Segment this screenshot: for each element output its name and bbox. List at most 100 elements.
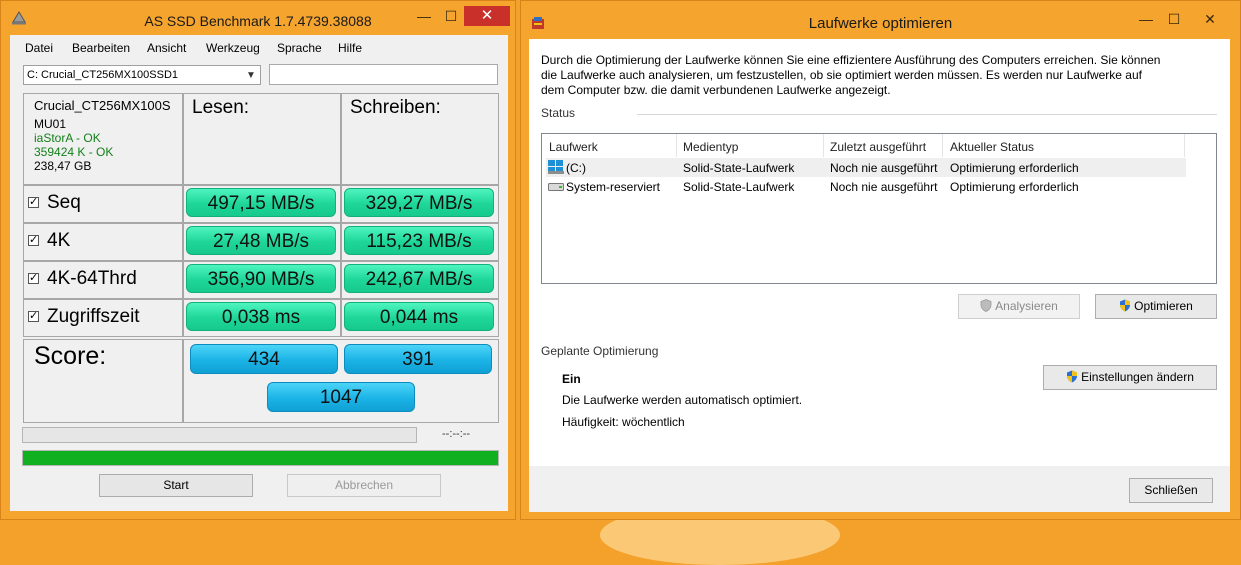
title-bar[interactable]: AS SSD Benchmark 1.7.4739.38088 — ☐ ✕: [1, 1, 515, 35]
client-area: Durch die Optimierung der Laufwerke könn…: [529, 39, 1230, 466]
description-text: Durch die Optimierung der Laufwerke könn…: [541, 53, 1161, 97]
cancel-button[interactable]: Abbrechen: [287, 474, 441, 497]
seq-label-text: Seq: [47, 192, 81, 213]
menu-datei[interactable]: Datei: [25, 41, 53, 55]
4k-64thrd-write-value: 242,67 MB/s: [344, 264, 494, 293]
4k-write-value: 115,23 MB/s: [344, 226, 494, 255]
minimize-button[interactable]: —: [411, 6, 437, 26]
footer: Schließen: [529, 466, 1230, 512]
drive-last-run: Noch nie ausgeführt: [830, 180, 938, 194]
drive-name: (C:): [566, 161, 586, 175]
seq-read-value: 497,15 MB/s: [186, 188, 336, 217]
list-item-c[interactable]: (C:) Solid-State-Laufwerk Noch nie ausge…: [546, 158, 1186, 177]
change-settings-button[interactable]: Einstellungen ändern: [1043, 365, 1217, 390]
alignment-status: 359424 K - OK: [34, 145, 114, 159]
column-separator: [676, 134, 677, 157]
schedule-state: Ein: [562, 372, 581, 386]
shield-icon: [1067, 370, 1078, 383]
drive-firmware: MU01: [34, 117, 67, 131]
optimize-drives-window: Laufwerke optimieren — ☐ ✕ Durch die Opt…: [520, 0, 1241, 520]
checkbox-icon[interactable]: [28, 309, 39, 323]
menu-hilfe[interactable]: Hilfe: [338, 41, 362, 55]
menu-bearbeiten[interactable]: Bearbeiten: [72, 41, 130, 55]
score-total: 1047: [267, 382, 415, 412]
title-bar[interactable]: Laufwerke optimieren — ☐ ✕: [521, 1, 1240, 39]
write-header-cell: Schreiben:: [341, 93, 499, 185]
4k-label[interactable]: 4K: [28, 230, 70, 252]
col-header-drive[interactable]: Laufwerk: [549, 140, 598, 154]
seq-label[interactable]: Seq: [28, 192, 81, 214]
divider: [637, 114, 1217, 115]
column-separator: [1184, 134, 1185, 157]
close-button[interactable]: ✕: [1188, 9, 1232, 29]
drive-info-panel: Crucial_CT256MX100S MU01 iaStorA - OK 35…: [23, 93, 183, 185]
drive-media: Solid-State-Laufwerk: [683, 180, 795, 194]
col-header-last-run[interactable]: Zuletzt ausgeführt: [830, 140, 926, 154]
drive-list: Laufwerk Medientyp Zuletzt ausgeführt Ak…: [541, 133, 1217, 284]
change-settings-label: Einstellungen ändern: [1081, 370, 1194, 384]
drive-media: Solid-State-Laufwerk: [683, 161, 795, 175]
drive-icon: [548, 183, 564, 191]
analyze-button[interactable]: Analysieren: [958, 294, 1080, 319]
score-write: 391: [344, 344, 492, 374]
optimize-button[interactable]: Optimieren: [1095, 294, 1217, 319]
col-header-media[interactable]: Medientyp: [683, 140, 738, 154]
chevron-down-icon: ▼: [246, 70, 256, 81]
schedule-info: Die Laufwerke werden automatisch optimie…: [562, 393, 803, 407]
read-header-cell: Lesen:: [183, 93, 341, 185]
4k-read-value: 27,48 MB/s: [186, 226, 336, 255]
drive-status: Optimierung erforderlich: [950, 161, 1079, 175]
access-write-value: 0,044 ms: [344, 302, 494, 331]
analyze-button-label: Analysieren: [995, 299, 1058, 313]
menu-sprache[interactable]: Sprache: [277, 41, 322, 55]
menu-bar: Datei Bearbeiten Ansicht Werkzeug Sprach…: [10, 35, 508, 61]
menu-ansicht[interactable]: Ansicht: [147, 41, 186, 55]
4k-64thrd-label[interactable]: 4K-64Thrd: [28, 268, 137, 290]
read-header: Lesen:: [192, 97, 250, 118]
4k-64thrd-label-text: 4K-64Thrd: [47, 268, 137, 289]
minimize-button[interactable]: —: [1133, 9, 1159, 29]
schedule-frequency: Häufigkeit: wöchentlich: [562, 415, 685, 429]
total-progress-bar: [22, 450, 499, 466]
list-item-system-reserved[interactable]: System-reserviert Solid-State-Laufwerk N…: [546, 177, 1186, 196]
total-progress-fill: [23, 451, 498, 465]
score-label: Score:: [34, 342, 107, 370]
checkbox-icon[interactable]: [28, 271, 39, 285]
4k-64thrd-read-value: 356,90 MB/s: [186, 264, 336, 293]
drive-name: System-reserviert: [566, 180, 661, 194]
windows-drive-icon: [548, 160, 564, 174]
seq-write-value: 329,27 MB/s: [344, 188, 494, 217]
drive-last-run: Noch nie ausgeführt: [830, 161, 938, 175]
as-ssd-window: AS SSD Benchmark 1.7.4739.38088 — ☐ ✕ Da…: [0, 0, 516, 520]
checkbox-icon[interactable]: [28, 233, 39, 247]
maximize-button[interactable]: ☐: [1161, 9, 1187, 29]
elapsed-time: --:--:--: [442, 428, 471, 440]
start-button[interactable]: Start: [99, 474, 253, 497]
menu-werkzeug[interactable]: Werkzeug: [206, 41, 260, 55]
col-header-status[interactable]: Aktueller Status: [950, 140, 1034, 154]
column-separator: [823, 134, 824, 157]
status-section-label: Status: [541, 106, 576, 120]
access-time-label[interactable]: Zugriffszeit: [28, 306, 140, 328]
test-progress-bar: [22, 427, 417, 443]
row-4k: 4K: [23, 223, 183, 261]
maximize-button[interactable]: ☐: [438, 6, 464, 26]
score-label-cell: Score:: [23, 339, 183, 423]
write-header: Schreiben:: [350, 97, 441, 118]
close-dialog-button[interactable]: Schließen: [1129, 478, 1213, 503]
score-read: 434: [190, 344, 338, 374]
close-button[interactable]: ✕: [464, 6, 510, 26]
path-input[interactable]: [269, 64, 498, 85]
scheduled-section-label: Geplante Optimierung: [541, 344, 659, 358]
optimize-button-label: Optimieren: [1134, 299, 1193, 313]
client-area: Datei Bearbeiten Ansicht Werkzeug Sprach…: [10, 35, 508, 511]
drive-size: 238,47 GB: [34, 159, 92, 173]
checkbox-icon[interactable]: [28, 195, 39, 209]
row-access-time: Zugriffszeit: [23, 299, 183, 337]
row-seq: Seq: [23, 185, 183, 223]
4k-label-text: 4K: [47, 230, 71, 251]
column-separator: [942, 134, 943, 157]
shield-icon: [1120, 299, 1131, 312]
row-4k-64thrd: 4K-64Thrd: [23, 261, 183, 299]
drive-select[interactable]: C: Crucial_CT256MX100SSD1 ▼: [23, 65, 261, 85]
